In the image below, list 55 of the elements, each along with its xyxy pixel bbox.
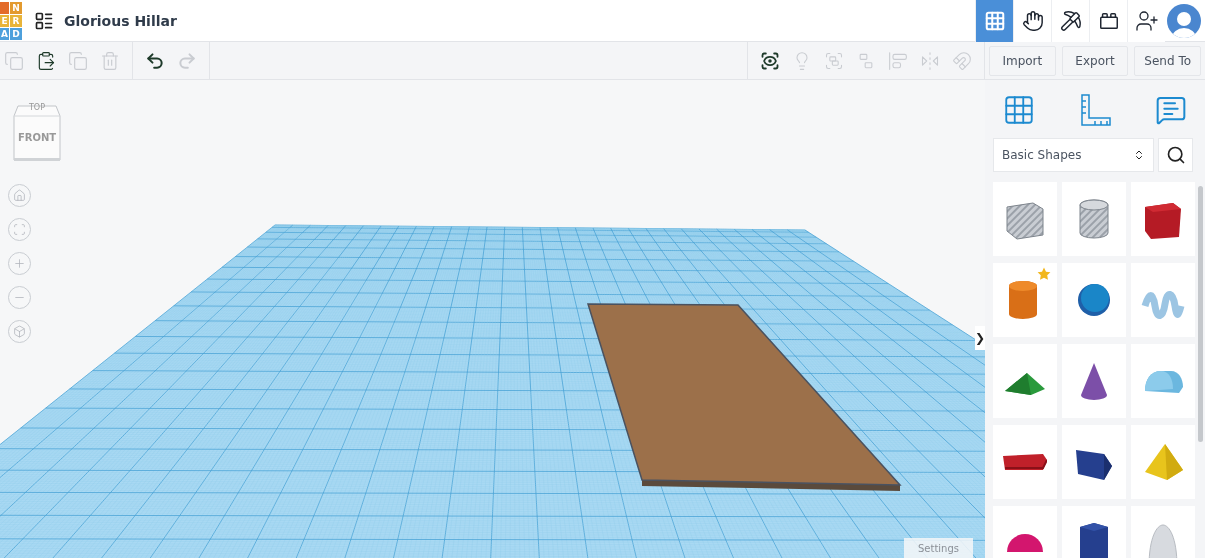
shape-tile[interactable]	[993, 425, 1057, 499]
shape-tile[interactable]	[1062, 263, 1126, 337]
add-user-icon	[1134, 8, 1159, 33]
shape-tile[interactable]	[993, 182, 1057, 256]
shape-tile[interactable]	[1131, 344, 1195, 418]
shape-tile[interactable]	[1131, 506, 1195, 558]
panel-toggle[interactable]: ❯	[975, 326, 985, 350]
design-list-icon[interactable]	[34, 10, 54, 31]
fit-frame-icon	[13, 223, 26, 236]
home-icon	[13, 189, 26, 202]
avatar-icon[interactable]	[1167, 3, 1201, 38]
view-mode-tab[interactable]	[1089, 0, 1127, 42]
shape-tile[interactable]	[1131, 425, 1195, 499]
hand-icon	[1021, 9, 1044, 32]
chevrons-icon	[1133, 149, 1145, 161]
plus-icon	[13, 257, 26, 270]
action-button[interactable]: Send To	[1134, 45, 1201, 76]
shape-tile[interactable]	[993, 344, 1057, 418]
text-shape-icon	[1003, 454, 1047, 470]
search-button[interactable]	[1158, 138, 1193, 172]
view-mode-tab[interactable]	[1013, 0, 1051, 42]
paste-icon	[36, 50, 56, 71]
trash-icon	[100, 50, 120, 71]
duplicate-icon	[68, 50, 88, 71]
search-icon	[1165, 145, 1186, 165]
pickaxe-icon	[1059, 9, 1082, 32]
shape-tile[interactable]	[1062, 182, 1126, 256]
shape-tile[interactable]	[993, 263, 1057, 337]
grid-icon	[983, 9, 1006, 32]
magnet-icon	[952, 50, 972, 71]
action-button[interactable]: Export	[1061, 45, 1129, 76]
shape-tile[interactable]	[1062, 425, 1126, 499]
group-icon	[824, 50, 844, 71]
align-icon	[888, 50, 908, 71]
shape-tile[interactable]	[993, 506, 1057, 558]
shape-tile[interactable]	[1062, 506, 1126, 558]
scrollbar[interactable]	[1198, 186, 1203, 442]
design-title[interactable]: Glorious Hillar	[64, 12, 177, 29]
eye-icon	[760, 50, 780, 71]
invite-user-button[interactable]	[1127, 0, 1165, 42]
note-icon	[1155, 94, 1187, 126]
view-mode-tab[interactable]	[1051, 0, 1089, 42]
cube-outline-icon	[13, 325, 26, 338]
shape-tile[interactable]	[1062, 344, 1126, 418]
shape-tile[interactable]	[1131, 182, 1195, 256]
action-button[interactable]: Import	[989, 45, 1056, 76]
copy-icon	[4, 50, 24, 71]
shape-tile[interactable]	[1131, 263, 1195, 337]
workplane-grid-icon	[1002, 93, 1036, 127]
mirror-icon	[920, 50, 940, 71]
ruler-icon	[1078, 93, 1112, 127]
redo-arrow-icon	[177, 50, 197, 71]
shape-library-select[interactable]: Basic Shapes	[993, 138, 1154, 172]
undo-arrow-icon	[145, 50, 165, 71]
box-shape[interactable]	[587, 303, 902, 491]
